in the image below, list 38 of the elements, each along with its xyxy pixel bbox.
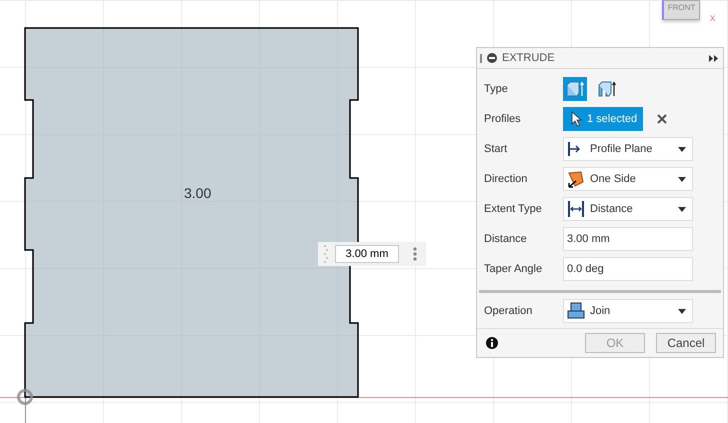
drag-handle-icon xyxy=(480,54,482,62)
cancel-button[interactable]: Cancel xyxy=(656,333,716,353)
field-label: Taper Angle xyxy=(484,263,544,275)
clear-selection-icon[interactable] xyxy=(657,114,668,124)
field-label: Extent Type xyxy=(484,203,543,215)
field-label: Distance xyxy=(484,233,528,245)
surface-icon xyxy=(597,80,617,98)
cursor-icon xyxy=(571,111,582,127)
field-label: Direction xyxy=(484,173,528,185)
grip-icon xyxy=(323,243,329,265)
dropdown[interactable]: Profile Plane xyxy=(563,137,693,161)
caret-icon xyxy=(678,206,686,212)
caret-icon xyxy=(678,146,686,152)
field-label: Profiles xyxy=(484,113,522,125)
origin-icon xyxy=(17,389,33,405)
collapse-icon xyxy=(487,53,497,63)
caret-icon xyxy=(678,176,686,182)
dimension-text: 3.00 xyxy=(184,185,212,201)
field-label: Type xyxy=(484,83,509,95)
option-icon xyxy=(567,302,585,320)
y-axis-line xyxy=(25,397,26,423)
field-label: Start xyxy=(484,143,508,155)
caret-icon xyxy=(678,308,686,314)
dropdown[interactable]: One Side xyxy=(563,167,693,191)
option-icon xyxy=(567,170,585,188)
expand-icon xyxy=(709,54,718,62)
option-icon xyxy=(567,200,585,218)
field-label: Operation xyxy=(484,305,534,317)
more-options-icon xyxy=(413,247,417,261)
dimension-input-field[interactable]: 3.00 mm xyxy=(335,245,399,263)
dropdown[interactable]: Join xyxy=(563,299,693,323)
input-field[interactable]: 3.00 mm xyxy=(563,227,693,251)
dialog-title: EXTRUDE xyxy=(502,52,556,64)
info-icon xyxy=(486,337,498,349)
dropdown[interactable]: Distance xyxy=(563,197,693,221)
input-field[interactable]: 0.0 deg xyxy=(563,257,693,281)
axis-label: X xyxy=(710,14,716,23)
solid-icon xyxy=(565,80,585,98)
